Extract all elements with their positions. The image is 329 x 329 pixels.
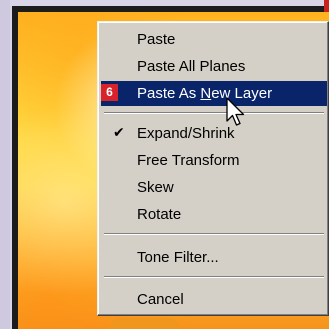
menu-item-rotate[interactable]: Rotate xyxy=(101,202,327,227)
corner-accent xyxy=(324,0,329,12)
menu-item-paste[interactable]: Paste xyxy=(101,27,327,52)
menu-item-skew[interactable]: Skew xyxy=(101,175,327,200)
screenshot-stage: Paste Paste All Planes Paste As New Laye… xyxy=(0,0,329,329)
menu-item-label: Skew xyxy=(137,179,174,196)
menu-item-tone-filter[interactable]: Tone Filter... xyxy=(101,245,327,270)
menu-item-label: Cancel xyxy=(137,291,184,308)
checkmark-icon: ✔ xyxy=(113,125,125,141)
menu-item-label: Expand/Shrink xyxy=(137,125,235,142)
menu-item-label: Rotate xyxy=(137,206,182,223)
menu-item-paste-all-planes[interactable]: Paste All Planes xyxy=(101,54,327,79)
context-menu: Paste Paste All Planes Paste As New Laye… xyxy=(97,21,329,316)
image-detail xyxy=(110,318,180,329)
menu-item-label: Paste xyxy=(137,31,176,48)
menu-item-free-transform[interactable]: Free Transform xyxy=(101,148,327,173)
step-number-badge: 6 xyxy=(101,84,118,101)
menu-item-label: Paste As New Layer xyxy=(137,85,273,102)
accelerator-key: N xyxy=(200,85,212,102)
menu-separator xyxy=(104,276,324,278)
arrow-pointer-icon xyxy=(226,97,245,126)
menu-item-paste-as-new-layer[interactable]: Paste As New Layer xyxy=(101,81,327,106)
menu-item-expand-shrink[interactable]: ✔ Expand/Shrink xyxy=(101,121,327,146)
menu-item-cancel[interactable]: Cancel xyxy=(101,287,327,312)
menu-item-label: Paste All Planes xyxy=(137,58,246,75)
menu-item-label: Tone Filter... xyxy=(137,249,219,266)
left-border-strip xyxy=(0,0,10,329)
menu-separator xyxy=(104,112,324,114)
menu-item-label: Free Transform xyxy=(137,152,240,169)
menu-separator xyxy=(104,233,324,235)
